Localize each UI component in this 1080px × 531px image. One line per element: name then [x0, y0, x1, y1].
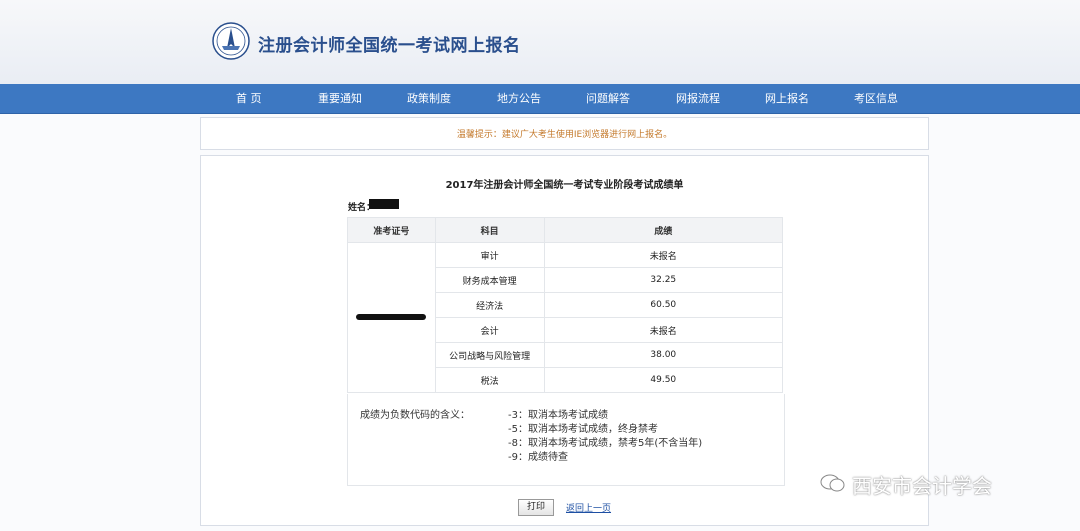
nav-local-announcements[interactable]: 地方公告 — [497, 84, 541, 113]
code-item: -9：成绩待查 — [508, 452, 568, 463]
score-cell: 未报名 — [543, 317, 784, 343]
score-table: 准考证号 科目 成绩 审计 未报名 财务成本管理 32.25 经济法 60.50… — [347, 217, 784, 393]
nav-exam-area-info[interactable]: 考区信息 — [854, 84, 898, 113]
header-subject: 科目 — [434, 217, 545, 243]
watermark: 西安市会计学会 — [820, 470, 992, 499]
nav-notices[interactable]: 重要通知 — [318, 84, 362, 113]
wechat-icon — [820, 473, 846, 498]
header-id: 准考证号 — [347, 217, 436, 243]
codes-label: 成绩为负数代码的含义： — [360, 410, 470, 421]
nav-process[interactable]: 网报流程 — [676, 84, 720, 113]
header-score: 成绩 — [543, 217, 784, 243]
watermark-text: 西安市会计学会 — [852, 474, 992, 498]
notice-box: 温馨提示：建议广大考生使用IE浏览器进行网上报名。 — [200, 117, 929, 150]
nav-online-registration[interactable]: 网上报名 — [765, 84, 809, 113]
table-header-row: 准考证号 科目 成绩 — [347, 217, 784, 243]
nav-policy[interactable]: 政策制度 — [407, 84, 451, 113]
negative-code-legend: 成绩为负数代码的含义： -3：取消本场考试成绩 -5：取消本场考试成绩，终身禁考… — [347, 394, 785, 486]
code-item: -5：取消本场考试成绩，终身禁考 — [508, 424, 658, 435]
report-title: 2017年注册会计师全国统一考试专业阶段考试成绩单 — [445, 180, 684, 191]
code-item: -3：取消本场考试成绩 — [508, 410, 608, 421]
nav-home[interactable]: 首 页 — [236, 84, 262, 113]
back-link[interactable]: 返回上一页 — [566, 501, 611, 514]
code-item: -8：取消本场考试成绩，禁考5年(不含当年) — [508, 438, 703, 449]
score-cell: 32.25 — [543, 267, 784, 293]
print-button[interactable]: 打印 — [518, 499, 554, 516]
exam-id-cell — [347, 242, 436, 393]
subject-cell: 公司战略与风险管理 — [434, 342, 545, 368]
score-cell: 60.50 — [543, 292, 784, 318]
subject-cell: 税法 — [434, 367, 545, 393]
main-nav: 首 页 重要通知 政策制度 地方公告 问题解答 网报流程 网上报名 考区信息 — [0, 84, 1080, 114]
exam-id-redacted — [356, 313, 427, 320]
subject-cell: 财务成本管理 — [434, 267, 545, 293]
table-row: 审计 未报名 — [347, 242, 784, 393]
subject-cell: 会计 — [434, 317, 545, 343]
logo-icon — [212, 22, 250, 60]
subject-cell: 审计 — [434, 242, 545, 268]
score-cell: 未报名 — [543, 242, 784, 268]
subject-cell: 经济法 — [434, 292, 545, 318]
name-redacted — [369, 199, 399, 209]
nav-faq[interactable]: 问题解答 — [586, 84, 630, 113]
notice-text: 温馨提示：建议广大考生使用IE浏览器进行网上报名。 — [456, 130, 673, 140]
header-banner: 注册会计师全国统一考试网上报名 — [0, 0, 1080, 84]
score-cell: 49.50 — [543, 367, 784, 393]
site-title: 注册会计师全国统一考试网上报名 — [258, 36, 521, 56]
score-cell: 38.00 — [543, 342, 784, 368]
